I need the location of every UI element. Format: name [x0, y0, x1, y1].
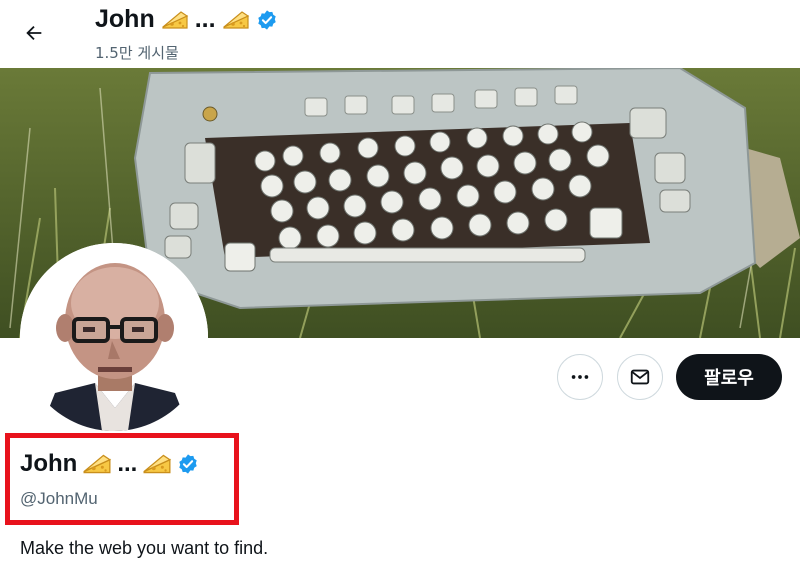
profile-name-ellipsis: ...	[117, 450, 138, 477]
profile-name: John ...	[20, 450, 199, 478]
top-bar: John ... 1.5만 게시물	[0, 0, 800, 68]
profile-avatar[interactable]	[20, 243, 208, 431]
message-button[interactable]	[617, 354, 663, 400]
cheese-icon	[162, 10, 188, 29]
profile-name-text: John	[20, 450, 78, 477]
post-count: 1.5만 게시물	[95, 44, 179, 62]
verified-badge-icon[interactable]	[177, 453, 199, 475]
cheese-icon	[222, 10, 249, 29]
more-icon	[571, 375, 589, 379]
cheese-icon	[83, 454, 112, 474]
profile-handle: @JohnMu	[20, 489, 98, 508]
verified-badge-icon	[257, 9, 276, 30]
mail-icon	[630, 369, 650, 385]
highlight-box	[5, 433, 239, 525]
back-button[interactable]	[14, 13, 54, 53]
arrow-left-icon	[26, 25, 42, 41]
cheese-icon	[143, 454, 172, 474]
header-title: John ...	[95, 5, 278, 34]
more-button[interactable]	[557, 354, 603, 400]
avatar-image	[20, 243, 208, 431]
profile-bio: Make the web you want to find.	[20, 538, 269, 558]
header-ellipsis: ...	[194, 5, 216, 33]
header-name: John	[95, 5, 155, 33]
follow-button[interactable]: 팔로우	[676, 354, 782, 400]
